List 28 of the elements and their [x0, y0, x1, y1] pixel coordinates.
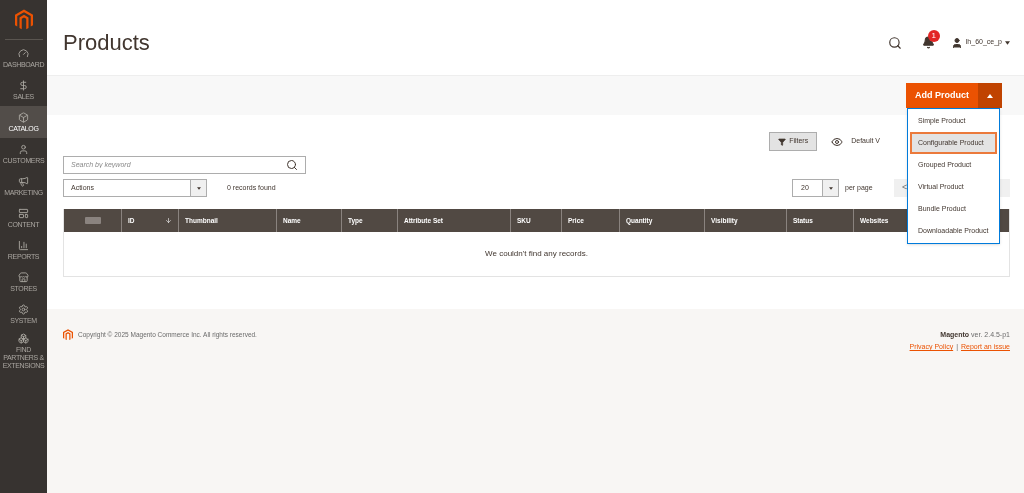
bar-chart-icon: [18, 239, 29, 251]
select-all-checkbox[interactable]: [84, 217, 101, 224]
caret-icon: [1005, 40, 1010, 45]
add-product-toggle[interactable]: [978, 83, 1002, 108]
search-icon: [286, 159, 298, 171]
sort-arrow-icon: [165, 217, 172, 224]
caret-icon: [987, 93, 993, 98]
filter-icon: [778, 137, 787, 146]
notification-count: 1: [927, 30, 940, 42]
add-product-button[interactable]: Add Product: [906, 83, 978, 108]
storefront-icon: [18, 271, 29, 283]
dollar-icon: [18, 79, 29, 91]
eye-icon: [831, 135, 844, 148]
caret-icon: [828, 186, 833, 190]
person-icon: [18, 143, 29, 155]
layout-icon: [18, 207, 29, 219]
search-icon[interactable]: [887, 35, 902, 50]
page-title: Products: [63, 29, 151, 57]
megaphone-icon: [18, 175, 29, 187]
gauge-icon: [18, 47, 29, 59]
cube-icon: [18, 111, 29, 123]
settings-icon: [18, 303, 29, 315]
logo-icon: [63, 329, 73, 341]
user-icon: [950, 36, 963, 49]
boxes-icon: [18, 333, 29, 344]
logo-icon: [14, 8, 33, 31]
caret-icon: [196, 186, 201, 190]
empty-message: We couldn't find any records.: [485, 248, 588, 260]
